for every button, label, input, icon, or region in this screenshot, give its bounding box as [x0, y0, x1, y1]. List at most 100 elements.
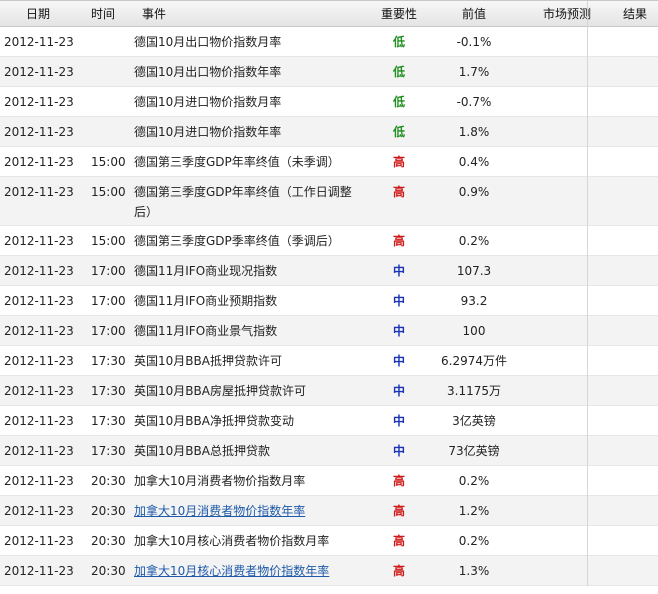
cell-previous: -0.7%	[422, 87, 522, 117]
cell-importance-text: 中	[392, 414, 405, 428]
cell-importance-text: 中	[392, 384, 405, 398]
cell-event-text: 英国10月BBA总抵押贷款	[134, 444, 270, 458]
table-row: 2012-11-23 15:00 德国第三季度GDP年率终值（未季调） 高 0.4%	[0, 147, 658, 177]
table-row: 2012-11-23 20:30 加拿大10月消费者物价指数年率 高 1.2%	[0, 496, 658, 526]
table-row: 2012-11-23 德国10月出口物价指数月率 低 -0.1%	[0, 27, 658, 57]
cell-date: 2012-11-23	[0, 496, 87, 526]
table-header: 日期 时间 事件 重要性 前值 市场预测 结果	[0, 1, 658, 27]
cell-previous: 0.9%	[422, 177, 522, 207]
cell-event-text: 德国11月IFO商业景气指数	[134, 324, 278, 338]
cell-previous-text: 93.2	[460, 294, 488, 308]
cell-date-text: 2012-11-23	[4, 294, 74, 308]
table-row: 2012-11-23 17:30 英国10月BBA总抵押贷款 中 73亿英镑	[0, 436, 658, 466]
cell-time	[87, 27, 134, 43]
cell-previous-text: 73亿英镑	[448, 444, 500, 458]
cell-date: 2012-11-23	[0, 556, 87, 586]
cell-previous-text: 1.8%	[458, 125, 490, 139]
cell-previous-text: -0.1%	[456, 35, 492, 49]
cell-time: 17:30	[87, 346, 134, 376]
cell-time: 20:30	[87, 496, 134, 526]
cell-event-text[interactable]: 加拿大10月消费者物价指数年率	[134, 496, 368, 526]
cell-event: 英国10月BBA抵押贷款许可	[134, 346, 372, 376]
cell-time-text: 20:30	[91, 474, 126, 488]
table-row: 2012-11-23 德国10月进口物价指数月率 低 -0.7%	[0, 87, 658, 117]
cell-importance: 低	[372, 27, 422, 57]
table-row: 2012-11-23 德国10月出口物价指数年率 低 1.7%	[0, 57, 658, 87]
cell-previous: 0.2%	[422, 226, 522, 256]
cell-importance: 低	[372, 117, 422, 147]
cell-time: 17:00	[87, 256, 134, 286]
cell-time-text: 15:00	[91, 185, 126, 199]
cell-previous: 1.8%	[422, 117, 522, 147]
cell-date-text: 2012-11-23	[4, 564, 74, 578]
cell-time: 17:30	[87, 406, 134, 436]
table-row: 2012-11-23 20:30 加拿大10月消费者物价指数月率 高 0.2%	[0, 466, 658, 496]
cell-date: 2012-11-23	[0, 177, 87, 207]
cell-time: 20:30	[87, 526, 134, 556]
cell-date: 2012-11-23	[0, 346, 87, 376]
cell-time-text: 20:30	[91, 564, 126, 578]
cell-importance-text: 高	[392, 504, 405, 518]
cell-importance: 中	[372, 346, 422, 376]
cell-time: 15:00	[87, 177, 134, 207]
cell-event-text: 德国10月出口物价指数年率	[134, 65, 282, 79]
cell-time-text: 17:30	[91, 444, 126, 458]
cell-time-text: 17:00	[91, 324, 126, 338]
cell-previous: 3.1175万	[422, 376, 522, 406]
table-row: 2012-11-23 20:30 加拿大10月核心消费者物价指数月率 高 0.2%	[0, 526, 658, 556]
cell-importance-text: 高	[392, 155, 405, 169]
cell-previous: 1.7%	[422, 57, 522, 87]
cell-previous: 1.3%	[422, 556, 522, 586]
header-event: 事件	[142, 7, 167, 21]
cell-event-text: 德国第三季度GDP季率终值（季调后）	[134, 234, 340, 248]
cell-previous: 100	[422, 316, 522, 346]
cell-event: 德国10月出口物价指数年率	[134, 57, 372, 87]
cell-date: 2012-11-23	[0, 376, 87, 406]
cell-date: 2012-11-23	[0, 526, 87, 556]
cell-event-text: 加拿大10月消费者物价指数月率	[134, 474, 306, 488]
cell-importance-text: 高	[392, 564, 405, 578]
cell-date: 2012-11-23	[0, 147, 87, 177]
cell-previous-text: 100	[462, 324, 486, 338]
cell-date: 2012-11-23	[0, 406, 87, 436]
header-forecast: 市场预测	[542, 7, 591, 21]
cell-time	[87, 87, 134, 103]
cell-time: 20:30	[87, 466, 134, 496]
cell-previous-text: 1.2%	[458, 504, 490, 518]
cell-event: 德国10月出口物价指数月率	[134, 27, 372, 57]
cell-importance: 高	[372, 177, 422, 207]
cell-previous-text: 1.7%	[458, 65, 490, 79]
cell-importance: 高	[372, 526, 422, 556]
cell-time-text: 15:00	[91, 155, 126, 169]
cell-previous-text: 1.3%	[458, 564, 490, 578]
cell-date-text: 2012-11-23	[4, 354, 74, 368]
cell-event-text[interactable]: 加拿大10月核心消费者物价指数年率	[134, 556, 368, 586]
cell-time: 17:00	[87, 316, 134, 346]
cell-event-text: 德国11月IFO商业预期指数	[134, 294, 278, 308]
table-row: 2012-11-23 17:30 英国10月BBA房屋抵押贷款许可 中 3.1175万	[0, 376, 658, 406]
cell-previous-text: 6.2974万件	[441, 354, 507, 368]
header-importance: 重要性	[380, 7, 417, 21]
table-row: 2012-11-23 17:00 德国11月IFO商业景气指数 中 100	[0, 316, 658, 346]
cell-importance-text: 中	[392, 294, 405, 308]
cell-date: 2012-11-23	[0, 57, 87, 87]
cell-previous: 73亿英镑	[422, 436, 522, 466]
cell-importance-text: 中	[392, 444, 405, 458]
cell-previous: 107.3	[422, 256, 522, 286]
table-row: 2012-11-23 德国10月进口物价指数年率 低 1.8%	[0, 117, 658, 147]
cell-time: 17:00	[87, 286, 134, 316]
cell-time: 15:00	[87, 226, 134, 256]
table-body: 2012-11-23 德国10月出口物价指数月率低 -0.1% 2012-11-23 德…	[0, 27, 658, 586]
cell-importance: 中	[372, 436, 422, 466]
cell-time-text: 15:00	[91, 234, 126, 248]
cell-event: 德国第三季度GDP年率终值（未季调）	[134, 147, 372, 177]
table-row: 2012-11-23 17:30 英国10月BBA抵押贷款许可 中 6.2974万件	[0, 346, 658, 376]
cell-importance-text: 高	[392, 474, 405, 488]
cell-date-text: 2012-11-23	[4, 444, 74, 458]
cell-time-text	[91, 27, 134, 43]
cell-previous: 0.2%	[422, 526, 522, 556]
cell-event-text: 英国10月BBA抵押贷款许可	[134, 354, 282, 368]
cell-event: 德国第三季度GDP年率终值（工作日调整后）	[134, 177, 372, 225]
cell-importance-text: 中	[392, 324, 405, 338]
cell-time	[87, 117, 134, 133]
